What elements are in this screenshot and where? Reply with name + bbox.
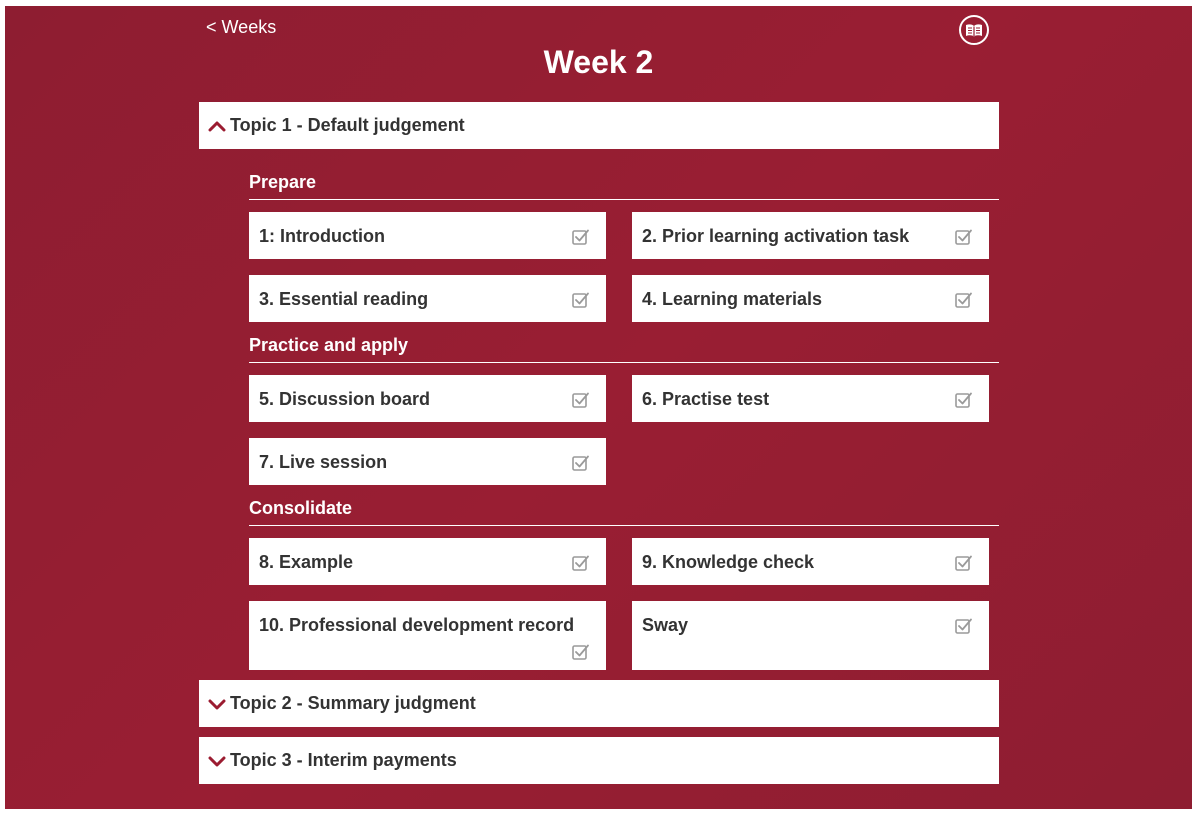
activity-label: 2. Prior learning activation task <box>642 226 910 246</box>
activity-card[interactable]: Sway <box>632 601 989 670</box>
topic-label: Topic 1 - Default judgement <box>230 115 465 135</box>
activity-card[interactable]: 2. Prior learning activation task <box>632 212 989 259</box>
checkbox-checked-icon <box>572 455 589 471</box>
activity-label: 6. Practise test <box>642 389 770 409</box>
activity-card[interactable]: 6. Practise test <box>632 375 989 422</box>
topic-header-3[interactable]: Topic 3 - Interim payments <box>199 737 999 784</box>
activity-card[interactable]: 9. Knowledge check <box>632 538 989 585</box>
topic-label: Topic 2 - Summary judgment <box>230 693 476 713</box>
activity-label: 4. Learning materials <box>642 289 823 309</box>
chevron-down-icon <box>208 699 226 709</box>
checkbox-checked-icon <box>955 229 972 245</box>
checkbox-checked-icon <box>572 555 589 571</box>
book-icon <box>966 24 982 37</box>
activity-card[interactable]: 5. Discussion board <box>249 375 606 422</box>
section-title-prepare: Prepare <box>249 172 999 200</box>
activity-label: 5. Discussion board <box>259 389 431 409</box>
section-title-consolidate: Consolidate <box>249 498 999 526</box>
activity-card[interactable]: 7. Live session <box>249 438 606 485</box>
checkbox-checked-icon <box>572 392 589 408</box>
activity-card[interactable]: 1: Introduction <box>249 212 606 259</box>
activity-label: 1: Introduction <box>259 226 385 246</box>
topic-label: Topic 3 - Interim payments <box>230 750 457 770</box>
activity-label: 8. Example <box>259 552 354 572</box>
checkbox-checked-icon <box>572 292 589 308</box>
activity-label: 3. Essential reading <box>259 289 429 309</box>
checkbox-checked-icon <box>955 618 972 634</box>
checkbox-checked-icon <box>955 555 972 571</box>
activity-card[interactable]: 8. Example <box>249 538 606 585</box>
activity-label: 10. Professional development record <box>259 615 575 635</box>
topic-header-2[interactable]: Topic 2 - Summary judgment <box>199 680 999 727</box>
activity-label: Sway <box>642 615 689 635</box>
checkbox-checked-icon <box>955 392 972 408</box>
topic-header-1[interactable]: Topic 1 - Default judgement <box>199 102 999 149</box>
activity-label: 9. Knowledge check <box>642 552 815 572</box>
activity-label: 7. Live session <box>259 452 388 472</box>
activity-card[interactable]: 4. Learning materials <box>632 275 989 322</box>
activity-card[interactable]: 3. Essential reading <box>249 275 606 322</box>
page-title: Week 2 <box>543 44 654 80</box>
book-button[interactable] <box>959 15 989 45</box>
back-to-weeks-link[interactable]: < Weeks <box>206 17 276 38</box>
checkbox-checked-icon <box>572 229 589 245</box>
activity-card[interactable]: 10. Professional development record <box>249 601 606 670</box>
checkbox-checked-icon <box>955 292 972 308</box>
chevron-up-icon <box>208 121 226 131</box>
checkbox-checked-icon <box>572 644 589 660</box>
section-title-practice-and-apply: Practice and apply <box>249 335 999 363</box>
chevron-down-icon <box>208 756 226 766</box>
